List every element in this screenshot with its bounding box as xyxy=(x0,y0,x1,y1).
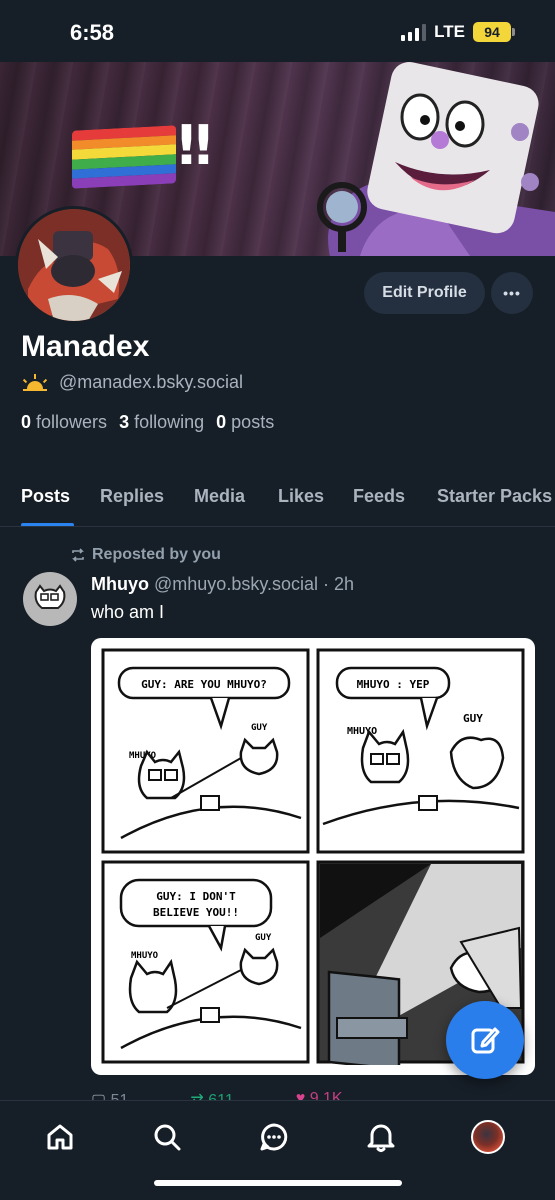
banner-character-image xyxy=(317,62,555,256)
status-bar: 6:58 LTE 94 xyxy=(0,0,555,62)
active-tab-indicator xyxy=(21,523,74,526)
svg-text:MHUYO: MHUYO xyxy=(131,951,159,961)
svg-text:BELIEVE YOU!!: BELIEVE YOU!! xyxy=(153,906,239,919)
post-header: Mhuyo @mhuyo.bsky.social · 2h xyxy=(91,574,354,595)
svg-text:GUY: I DON'T: GUY: I DON'T xyxy=(156,890,236,903)
nav-profile[interactable] xyxy=(468,1117,508,1157)
search-icon xyxy=(154,1124,181,1151)
tab-likes[interactable]: Likes xyxy=(278,486,324,507)
compose-button[interactable] xyxy=(446,1001,524,1079)
tab-feeds[interactable]: Feeds xyxy=(353,486,405,507)
status-right: LTE 94 xyxy=(401,22,515,42)
profile-handle: @manadex.bsky.social xyxy=(59,372,244,392)
profile-avatar[interactable] xyxy=(15,206,133,324)
followers-stat[interactable]: 0 followers xyxy=(21,412,107,433)
home-indicator xyxy=(154,1180,402,1186)
svg-text:GUY: GUY xyxy=(251,723,268,733)
nav-notifications[interactable] xyxy=(361,1117,401,1157)
pride-flag-icon xyxy=(72,125,176,189)
tab-posts[interactable]: Posts xyxy=(21,486,70,507)
compose-icon xyxy=(471,1027,500,1054)
tab-media[interactable]: Media xyxy=(194,486,245,507)
post-author-name[interactable]: Mhuyo xyxy=(91,574,149,594)
panel1-bubble-text: GUY: ARE YOU MHUYO? xyxy=(141,678,267,691)
repost-icon xyxy=(72,548,84,562)
nav-search[interactable] xyxy=(147,1117,187,1157)
signal-icon xyxy=(401,23,427,41)
double-exclamation-icon: ‼ xyxy=(178,114,212,177)
network-label: LTE xyxy=(434,22,465,41)
cat-doodle-icon xyxy=(34,584,66,609)
tab-starter-packs[interactable]: Starter Packs xyxy=(437,486,552,507)
status-time: 6:58 xyxy=(70,20,115,45)
profile-tabs: Posts Replies Media Likes Feeds Starter … xyxy=(0,478,555,527)
svg-text:MHUYO : YEP: MHUYO : YEP xyxy=(357,678,430,691)
svg-text:GUY: GUY xyxy=(463,712,483,725)
post-timestamp: · 2h xyxy=(323,574,355,594)
home-icon xyxy=(47,1124,73,1150)
svg-text:GUY: GUY xyxy=(255,933,272,943)
posts-stat: 0 posts xyxy=(216,412,275,432)
bell-icon xyxy=(367,1124,395,1152)
nav-profile-avatar xyxy=(471,1120,505,1154)
more-icon: ••• xyxy=(503,285,521,301)
repost-indicator: Reposted by you xyxy=(70,546,221,564)
post-author-avatar[interactable] xyxy=(23,572,77,626)
post-author-handle[interactable]: @mhuyo.bsky.social xyxy=(154,574,318,594)
chat-icon xyxy=(260,1123,288,1151)
sunrise-icon xyxy=(22,373,48,391)
nav-chat[interactable] xyxy=(254,1117,294,1157)
tab-replies[interactable]: Replies xyxy=(100,486,164,507)
display-name: Manadex xyxy=(21,330,150,363)
handle-row: @manadex.bsky.social xyxy=(21,372,243,393)
following-stat[interactable]: 3 following xyxy=(119,412,204,433)
post-text: who am I xyxy=(91,602,165,622)
battery-icon: 94 xyxy=(473,22,515,42)
more-options-button[interactable]: ••• xyxy=(491,272,533,314)
nav-home[interactable] xyxy=(40,1117,80,1157)
profile-stats: 0 followers 3 following 0 posts xyxy=(21,412,274,433)
edit-profile-button[interactable]: Edit Profile xyxy=(364,272,485,314)
